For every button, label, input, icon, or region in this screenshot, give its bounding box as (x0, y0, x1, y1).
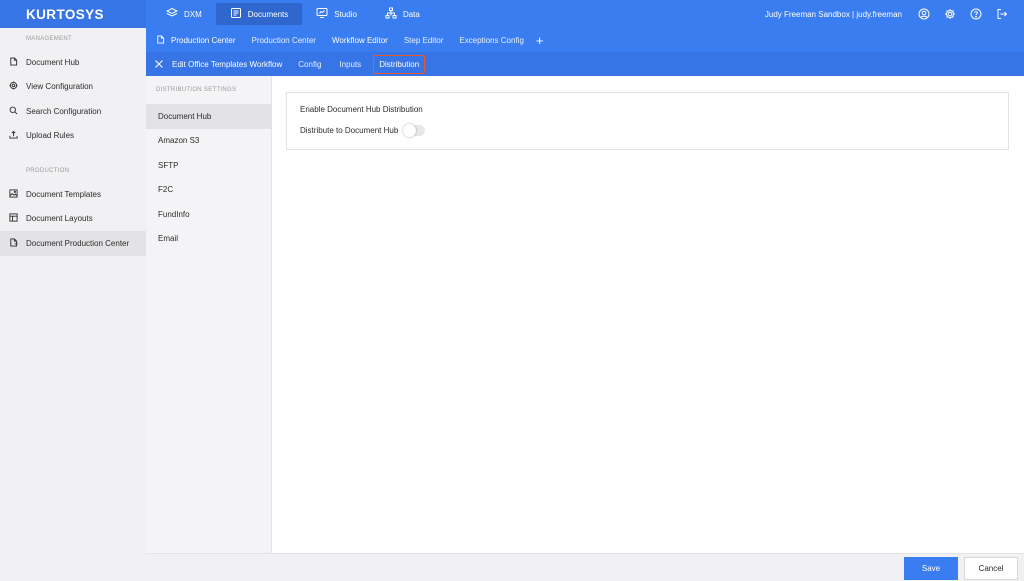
document-hub-card: Enable Document Hub Distribution Distrib… (286, 92, 1009, 150)
topnav-label: Documents (247, 9, 289, 19)
subnav-label: Step Editor (403, 35, 444, 45)
sidebar-section-heading: PRODUCTION (26, 168, 70, 174)
user-account-label[interactable]: Judy Freeman Sandbox | judy.freeman (765, 10, 902, 19)
toggle-row: Distribute to Document Hub (300, 124, 426, 137)
tab-inputs[interactable]: Inputs (339, 60, 361, 69)
dist-item-sftp[interactable]: SFTP (146, 153, 271, 178)
sub-nav: Production Center Production Center Work… (146, 28, 1024, 52)
search-icon (9, 106, 18, 117)
subnav-label: Exceptions Config (459, 35, 524, 45)
image-icon (9, 189, 18, 200)
subnav-step-editor[interactable]: Step Editor (404, 36, 444, 45)
sidebar-item-search-configuration[interactable]: Search Configuration (0, 99, 146, 124)
toggle-knob (403, 124, 417, 137)
dist-item-fundinfo[interactable]: FundInfo (146, 202, 271, 227)
subnav-label: Workflow Editor (331, 35, 388, 45)
toggle-label: Distribute to Document Hub (300, 126, 399, 135)
sidebar-item-document-hub[interactable]: Document Hub (0, 50, 146, 75)
sidebar-item-view-configuration[interactable]: View Configuration (0, 75, 146, 100)
studio-icon (316, 7, 328, 21)
top-right-area: Judy Freeman Sandbox | judy.freeman (765, 8, 1024, 20)
topnav-label: Studio (334, 9, 357, 19)
top-nav: DXM Documents Studio Data (152, 0, 434, 28)
topnav-label: DXM (184, 9, 202, 19)
close-icon[interactable] (154, 59, 164, 69)
sidebar-section-heading: MANAGEMENT (26, 36, 73, 42)
distribute-toggle[interactable] (403, 124, 426, 137)
subnav-label: Production Center (171, 35, 236, 45)
add-tab-button[interactable]: + (536, 34, 544, 47)
brand-logo[interactable]: KURTOSYS (0, 0, 146, 28)
layers-icon (165, 7, 179, 21)
topnav-label: Data (402, 9, 420, 19)
layout-icon (9, 213, 18, 224)
gear-icon[interactable] (944, 8, 956, 20)
card-title: Enable Document Hub Distribution (300, 105, 423, 114)
distribution-settings-pane: DISTRIBUTION SETTINGS Document Hub Amazo… (146, 76, 272, 553)
tab-bar: Edit Office Templates Workflow Config In… (146, 52, 1024, 76)
sidebar-item-document-templates[interactable]: Document Templates (0, 182, 146, 207)
dist-item-f2c[interactable]: F2C (146, 178, 271, 203)
save-button[interactable]: Save (904, 557, 958, 580)
topnav-data[interactable]: Data (371, 3, 434, 25)
sidebar-item-document-layouts[interactable]: Document Layouts (0, 207, 146, 232)
dist-item-amazon-s3[interactable]: Amazon S3 (146, 129, 271, 154)
sidebar-item-label: View Configuration (26, 82, 94, 92)
gear-icon (9, 81, 18, 92)
documents-icon (230, 7, 242, 21)
subnav-workflow-editor[interactable]: Workflow Editor (332, 36, 388, 45)
user-icon[interactable] (918, 8, 930, 20)
dist-item-email[interactable]: Email (146, 227, 271, 252)
sidebar-item-label: Document Templates (26, 189, 101, 199)
sidebar-item-label: Search Configuration (26, 106, 102, 116)
file-icon (9, 57, 18, 68)
logout-icon[interactable] (996, 8, 1008, 20)
help-icon[interactable] (970, 8, 982, 20)
top-bar: KURTOSYS DXM Documents Studio Data Judy … (0, 0, 1024, 28)
footer-bar: Save Cancel (146, 553, 1024, 581)
topnav-dxm[interactable]: DXM (152, 3, 216, 25)
dist-item-document-hub[interactable]: Document Hub (146, 104, 271, 129)
sidebar-item-label: Document Production Center (26, 238, 130, 248)
distribution-settings-heading: DISTRIBUTION SETTINGS (156, 87, 237, 93)
sidebar-item-label: Document Hub (26, 57, 80, 67)
sidebar-item-upload-rules[interactable]: Upload Rules (0, 124, 146, 149)
subnav-label: Production Center (251, 35, 316, 45)
sidebar-item-label: Document Layouts (26, 214, 93, 224)
tab-config[interactable]: Config (298, 60, 321, 69)
upload-icon (9, 130, 18, 141)
topnav-documents[interactable]: Documents (215, 3, 303, 25)
hierarchy-icon (385, 7, 397, 21)
cancel-button[interactable]: Cancel (964, 557, 1018, 580)
sidebar-item-document-production-center[interactable]: Document Production Center (0, 231, 146, 256)
main-content: Enable Document Hub Distribution Distrib… (272, 76, 1024, 553)
workflow-title: Edit Office Templates Workflow (172, 59, 283, 69)
subnav-production-center[interactable]: Production Center (251, 36, 315, 45)
file-export-icon (156, 34, 165, 46)
sidebar-item-label: Upload Rules (26, 131, 75, 141)
sidebar: MANAGEMENT Document Hub View Configurati… (0, 28, 146, 581)
subnav-exceptions-config[interactable]: Exceptions Config (459, 36, 523, 45)
subnav-production-center-home[interactable]: Production Center (156, 34, 236, 46)
file-export-icon (9, 238, 18, 249)
topnav-studio[interactable]: Studio (302, 3, 371, 25)
tab-distribution[interactable]: Distribution (373, 54, 426, 74)
